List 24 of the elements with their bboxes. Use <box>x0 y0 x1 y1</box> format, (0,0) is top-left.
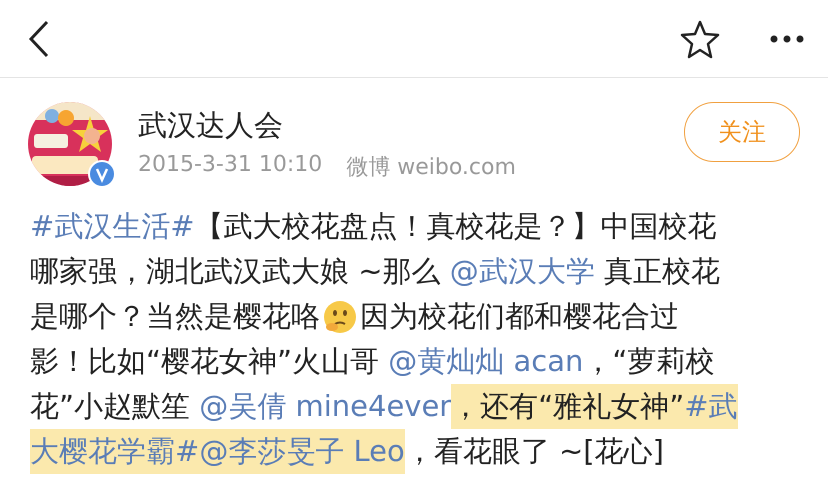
link[interactable]: @黄灿灿 acan <box>388 339 584 384</box>
link[interactable]: @李莎旻子 Leo <box>199 429 405 474</box>
post-text: 因为校花们都和樱花合过 <box>360 298 679 335</box>
more-icon[interactable] <box>770 34 804 42</box>
post-text: ，“萝莉校 <box>583 343 714 380</box>
link[interactable]: @吴倩 mine4ever <box>199 384 452 429</box>
link[interactable]: #武汉生活# <box>30 204 195 249</box>
post-time: 2015-3-31 10:10 <box>138 152 322 179</box>
post-text: 是哪个？当然是樱花咯 <box>30 298 320 335</box>
author-name[interactable]: 武汉达人会 <box>138 106 684 146</box>
post-text: 哪家强，湖北武汉武大娘 ~那么 <box>30 253 442 290</box>
post-text: ，看花眼了 ~[花心] <box>404 433 664 470</box>
back-icon[interactable] <box>28 20 50 58</box>
post-text: ，还有“雅礼女神” <box>451 384 684 429</box>
star-icon[interactable] <box>680 18 720 58</box>
post-text: 【武大校花盘点！真校花是？】中国校花 <box>194 208 717 245</box>
link[interactable]: @武汉大学 <box>450 249 595 294</box>
post-text: 真正校花 <box>602 253 720 290</box>
link[interactable]: #武 <box>684 384 738 429</box>
post-source: 微博 weibo.com <box>346 154 516 182</box>
post-text: 影！比如“樱花女神”火山哥 <box>30 343 380 380</box>
post-text: 花”小赵默笙 <box>30 388 192 425</box>
link[interactable]: 大樱花学霸# <box>30 429 200 474</box>
follow-button[interactable]: 关注 <box>684 102 800 162</box>
